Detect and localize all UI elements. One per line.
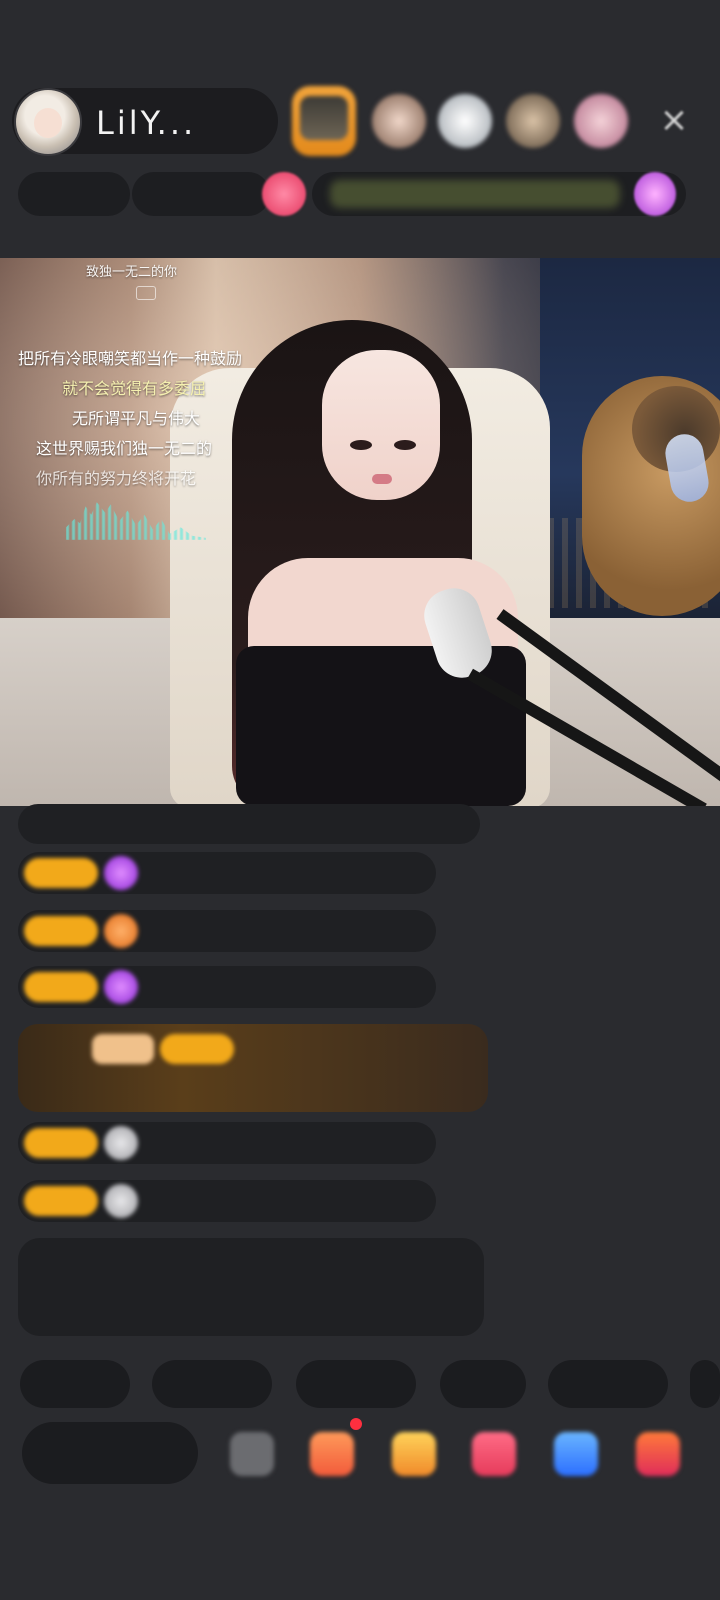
lyric-line: 你所有的努力终将开花	[36, 469, 197, 488]
more-icon[interactable]	[636, 1432, 680, 1476]
lyric-line: 这世界赐我们独一无二的	[36, 439, 213, 458]
close-icon[interactable]: ×	[656, 102, 692, 138]
viewer-avatar[interactable]	[506, 94, 560, 148]
lyrics-title: 致独一无二的你	[86, 265, 178, 280]
live-video[interactable]: 致独一无二的你 把所有冷眼嘲笑都当作一种鼓励 就不会觉得有多委屈 无所谓平凡与伟…	[0, 258, 720, 806]
viewer-avatar[interactable]	[372, 94, 426, 148]
user-level-badge	[24, 972, 98, 1002]
user-avatar-icon	[104, 970, 138, 1004]
gift-message[interactable]	[18, 1024, 488, 1112]
video-eye	[350, 440, 372, 450]
top-viewer-image	[300, 96, 348, 140]
quick-chip[interactable]	[548, 1360, 668, 1408]
quick-chip[interactable]	[690, 1360, 720, 1408]
pk-icon[interactable]	[472, 1432, 516, 1476]
video-eye	[394, 440, 416, 450]
notification-dot	[350, 1418, 362, 1430]
quick-chip[interactable]	[152, 1360, 272, 1408]
streamer-avatar[interactable]	[14, 88, 82, 156]
gift-icon[interactable]	[392, 1432, 436, 1476]
user-level-badge	[160, 1034, 234, 1064]
lyric-line-current: 就不会觉得有多委屈	[62, 379, 207, 398]
quick-chip[interactable]	[20, 1360, 130, 1408]
quick-chip[interactable]	[296, 1360, 416, 1408]
share-icon[interactable]	[554, 1432, 598, 1476]
user-avatar-icon	[104, 856, 138, 890]
viewer-avatar[interactable]	[574, 94, 628, 148]
emoji-icon[interactable]	[230, 1432, 274, 1476]
status-pill[interactable]	[132, 172, 270, 216]
lyric-line: 无所谓平凡与伟大	[72, 409, 201, 428]
avatar-face	[34, 108, 62, 138]
system-message[interactable]	[18, 1238, 484, 1336]
rank-banner-text	[330, 180, 620, 208]
rank-banner-icon	[634, 172, 676, 216]
video-lips	[372, 474, 392, 484]
user-level-badge	[24, 1186, 98, 1216]
user-avatar-icon	[104, 914, 138, 948]
user-level-badge	[24, 916, 98, 946]
user-level-badge	[24, 858, 98, 888]
status-pill-icon[interactable]	[262, 172, 306, 216]
viewer-avatar[interactable]	[438, 94, 492, 148]
lyrics-tag	[136, 286, 156, 300]
chat-input[interactable]	[22, 1422, 198, 1484]
shop-icon[interactable]	[310, 1432, 354, 1476]
gift-icon	[92, 1034, 154, 1064]
chat-message[interactable]	[18, 804, 480, 844]
streamer-name[interactable]: LilY...	[96, 104, 196, 142]
user-avatar-icon	[104, 1184, 138, 1218]
lyrics-overlay: 致独一无二的你 把所有冷眼嘲笑都当作一种鼓励 就不会觉得有多委屈 无所谓平凡与伟…	[0, 258, 260, 806]
top-viewer-avatar[interactable]	[292, 86, 356, 156]
user-level-badge	[24, 1128, 98, 1158]
audio-equalizer	[66, 502, 206, 540]
lyric-line: 把所有冷眼嘲笑都当作一种鼓励	[18, 349, 243, 368]
status-pill[interactable]	[18, 172, 130, 216]
quick-chip[interactable]	[440, 1360, 526, 1408]
user-avatar-icon	[104, 1126, 138, 1160]
